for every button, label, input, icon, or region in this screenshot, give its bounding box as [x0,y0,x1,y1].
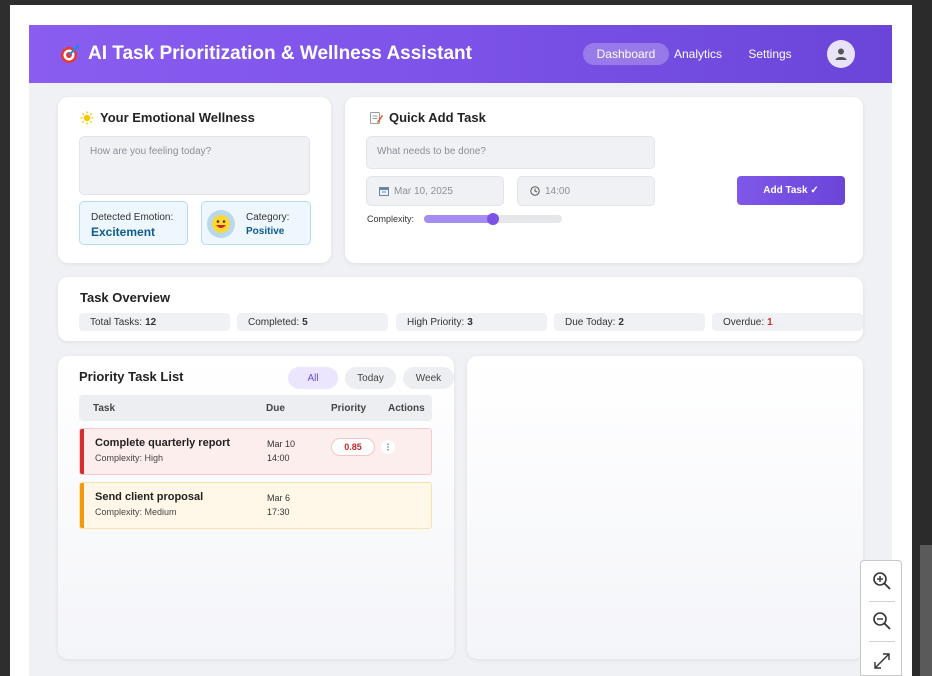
task-name: Send client proposal [95,491,204,503]
priority-badge: 0.85 [331,438,375,456]
nav-dashboard[interactable]: Dashboard [583,43,669,65]
stat-completed-label: Completed: [248,316,300,328]
stat-completed: Completed: 5 [237,313,388,331]
stat-high-priority: High Priority: 3 [396,313,547,331]
task-list-title: Priority Task List [79,369,184,384]
overview-card: Task Overview [58,277,863,341]
app-header: AI Task Prioritization & Wellness Assist… [29,25,892,83]
task-due: Mar 6 17:30 [267,491,290,519]
quick-add-card: Quick Add Task What needs to be done? Ma… [345,97,863,263]
task-actions-menu[interactable] [381,440,395,454]
clock-icon [530,186,540,196]
add-task-button[interactable]: Add Task ✓ [737,176,845,205]
column-actions: Actions [388,403,425,414]
zoom-out-icon [873,612,891,630]
date-field[interactable]: Mar 10, 2025 [366,176,504,206]
column-task: Task [93,403,116,414]
stat-total-label: Total Tasks: [90,316,143,328]
task-input[interactable]: What needs to be done? [366,136,655,169]
task-due: Mar 10 14:00 [267,437,295,465]
time-value: 14:00 [545,185,571,197]
memo-icon [370,111,383,124]
zoom-out-button[interactable] [870,609,894,633]
filter-today[interactable]: Today [345,367,396,389]
stat-overdue: Overdue: 1 [712,313,863,331]
task-complexity: Complexity: Medium [95,507,177,517]
task-due-date: Mar 6 [267,493,291,503]
stat-total-value: 12 [145,316,157,328]
more-icon [387,443,389,451]
calendar-icon [379,187,389,196]
nav-analytics[interactable]: Analytics [670,43,726,65]
stat-high-priority-value: 3 [467,316,473,328]
task-table-header [79,395,432,421]
stat-overdue-label: Overdue: [723,316,765,328]
user-icon [835,48,847,60]
time-field[interactable]: 14:00 [517,176,655,206]
column-priority: Priority [331,403,367,414]
stat-due-today-label: Due Today: [565,316,616,328]
task-due-time: 14:00 [267,453,290,463]
quick-add-title: Quick Add Task [369,110,486,125]
feeling-input[interactable]: How are you feeling today? [79,136,310,195]
stat-high-priority-label: High Priority: [407,316,465,328]
complexity-label: Complexity: [367,214,415,224]
priority-accent-bar [80,483,84,528]
zoom-in-icon [873,572,891,590]
category-label: Category: [246,212,290,223]
priority-accent-bar [80,429,84,474]
wellness-title-text: Your Emotional Wellness [100,110,255,125]
analytics-panel [467,356,863,659]
category-value: Positive [246,226,285,237]
task-name: Complete quarterly report [95,437,231,449]
user-avatar[interactable] [827,40,855,68]
quick-add-title-text: Quick Add Task [389,110,486,125]
complexity-fill [424,215,493,223]
target-icon [61,45,79,63]
zoom-divider [869,601,895,602]
filter-all[interactable]: All [288,367,338,389]
filter-week[interactable]: Week [403,367,454,389]
stat-completed-value: 5 [302,316,308,328]
complexity-slider[interactable] [424,213,562,225]
zoom-controls [860,560,902,676]
task-complexity: Complexity: High [95,453,164,463]
sun-icon [80,111,94,124]
zoom-in-button[interactable] [870,569,894,593]
task-row[interactable]: Send client proposal Complexity: Medium … [79,482,432,529]
stat-total: Total Tasks: 12 [79,313,230,331]
wellness-title: Your Emotional Wellness [80,110,255,125]
date-value: Mar 10, 2025 [394,185,453,197]
stat-due-today-value: 2 [618,316,624,328]
fit-screen-button[interactable] [870,649,894,673]
app-root: AI Task Prioritization & Wellness Assist… [29,25,892,676]
task-row[interactable]: Complete quarterly report Complexity: Hi… [79,428,432,475]
category-box: Category: Positive [201,201,311,245]
complexity-thumb[interactable] [487,213,499,225]
task-due-time: 17:30 [267,507,290,517]
happy-face-icon [207,210,235,238]
task-due-date: Mar 10 [267,439,296,449]
overview-title: Task Overview [80,290,171,305]
nav-settings[interactable]: Settings [743,43,797,65]
column-due: Due [266,403,285,414]
emotion-value: Excitement [91,225,156,239]
stat-overdue-value: 1 [767,316,773,328]
wellness-card: Your Emotional Wellness How are you feel… [58,97,331,263]
stat-due-today: Due Today: 2 [554,313,705,331]
emotion-box: Detected Emotion: Excitement [79,201,188,245]
app-title: AI Task Prioritization & Wellness Assist… [88,43,472,64]
expand-icon [874,653,890,669]
zoom-divider [869,641,895,642]
emotion-label: Detected Emotion: [91,212,174,223]
